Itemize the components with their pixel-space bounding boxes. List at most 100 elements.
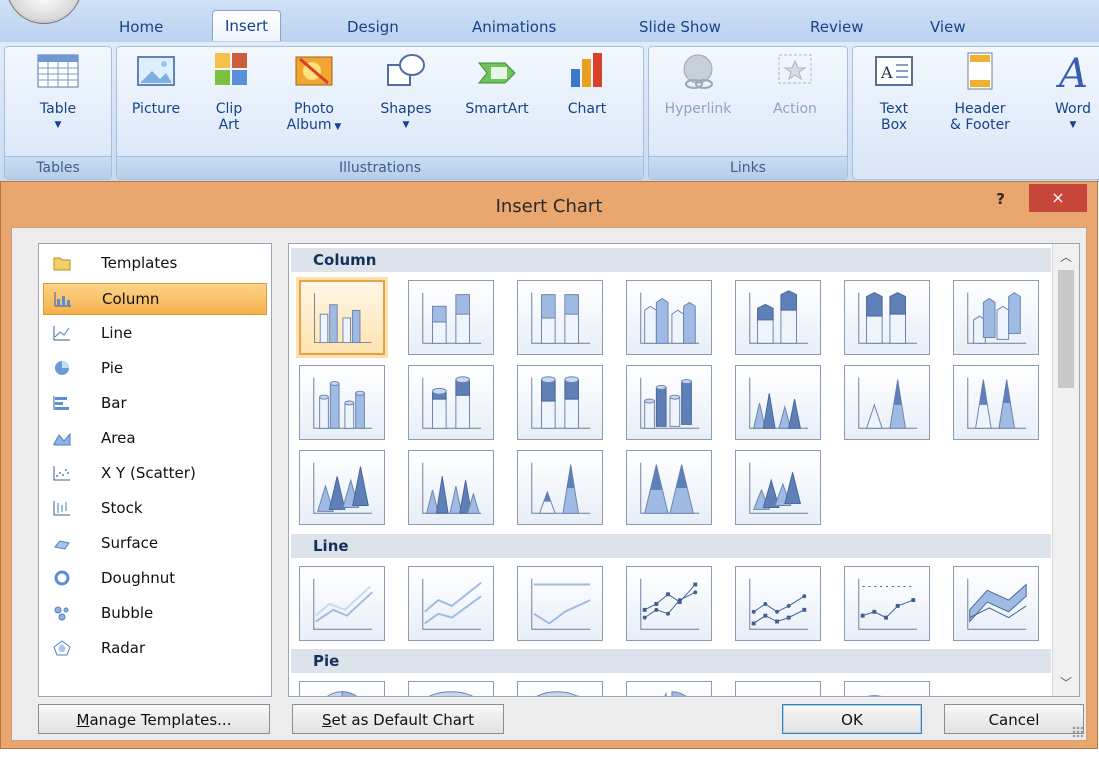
set-default-chart-button[interactable]: Set as Default Chart bbox=[292, 704, 504, 734]
chart-thumb-3d-pie[interactable] bbox=[408, 681, 494, 696]
chart-thumb-100-stacked-pyramid[interactable] bbox=[626, 450, 712, 525]
table-label: Table bbox=[39, 101, 77, 117]
tab-slide-show[interactable]: Slide Show bbox=[639, 12, 721, 42]
chevron-down-icon: ▼ bbox=[402, 120, 410, 130]
chart-thumb-100-stacked-cone[interactable] bbox=[953, 365, 1039, 440]
chart-thumb-100-stacked-column[interactable] bbox=[517, 280, 603, 355]
text-box-button[interactable]: A Text Box bbox=[867, 51, 921, 133]
gallery-scrollbar[interactable]: ︿ ﹀ bbox=[1052, 244, 1079, 696]
area-chart-icon bbox=[53, 432, 71, 446]
smartart-button[interactable]: SmartArt bbox=[457, 51, 537, 117]
ok-button[interactable]: OK bbox=[782, 704, 922, 734]
chart-thumb-stacked-pyramid[interactable] bbox=[517, 450, 603, 525]
office-button[interactable] bbox=[6, 0, 82, 24]
surface-chart-icon bbox=[54, 540, 70, 550]
chart-thumb-clustered-pyramid[interactable] bbox=[408, 450, 494, 525]
chart-thumb-clustered-cylinder[interactable] bbox=[299, 365, 385, 440]
chart-thumb-pie-of-pie[interactable] bbox=[517, 681, 603, 696]
chart-thumb-stacked-cylinder[interactable] bbox=[408, 365, 494, 440]
tab-view[interactable]: View bbox=[930, 12, 966, 42]
group-text: A Text Box Header & Footer A Word ▼ bbox=[852, 46, 1099, 180]
chart-thumb-clustered-cone[interactable] bbox=[735, 365, 821, 440]
chart-thumb-line[interactable] bbox=[299, 566, 385, 641]
hyperlink-button[interactable]: Hyperlink bbox=[655, 51, 741, 117]
stacked-pyramid-icon bbox=[531, 462, 591, 514]
category-label: Area bbox=[101, 429, 136, 447]
header-footer-button[interactable]: Header & Footer bbox=[937, 51, 1023, 133]
chart-thumb-line-with-markers[interactable] bbox=[626, 566, 712, 641]
category-label: Doughnut bbox=[101, 569, 176, 587]
chart-thumb-3d-clustered-column[interactable] bbox=[626, 280, 712, 355]
chart-thumb-100-stacked-line[interactable] bbox=[517, 566, 603, 641]
chart-thumb-3d-stacked-column[interactable] bbox=[735, 280, 821, 355]
category-line[interactable]: Line bbox=[43, 318, 265, 348]
header-footer-label-1: Header bbox=[954, 101, 1006, 117]
tab-insert[interactable]: Insert bbox=[212, 10, 282, 41]
category-doughnut[interactable]: Doughnut bbox=[43, 563, 265, 593]
scrollbar-thumb[interactable] bbox=[1058, 270, 1074, 388]
tab-review[interactable]: Review bbox=[810, 12, 864, 42]
chart-thumb-3d-pyramid[interactable] bbox=[735, 450, 821, 525]
category-radar[interactable]: Radar bbox=[43, 633, 265, 663]
shapes-icon bbox=[387, 54, 425, 86]
category-surface[interactable]: Surface bbox=[43, 528, 265, 558]
shapes-button[interactable]: Shapes ▼ bbox=[373, 51, 439, 133]
category-bar[interactable]: Bar bbox=[43, 388, 265, 418]
category-scatter[interactable]: X Y (Scatter) bbox=[43, 458, 265, 488]
category-templates[interactable]: Templates bbox=[43, 248, 265, 278]
tab-home[interactable]: Home bbox=[119, 12, 163, 42]
picture-button[interactable]: Picture bbox=[125, 51, 187, 117]
chart-thumb-3d-cone[interactable] bbox=[299, 450, 385, 525]
manage-templates-button[interactable]: Manage Templates... bbox=[38, 704, 270, 734]
category-area[interactable]: Area bbox=[43, 423, 265, 453]
text-box-label-2: Box bbox=[880, 117, 908, 133]
group-label-links: Links bbox=[649, 156, 847, 179]
chart-thumb-100-stacked-cylinder[interactable] bbox=[517, 365, 603, 440]
table-button[interactable]: Table ▼ bbox=[35, 51, 81, 133]
chart-thumb-3d-100-stacked-column[interactable] bbox=[844, 280, 930, 355]
ribbon: Home Insert Design Animations Slide Show… bbox=[0, 0, 1099, 182]
tab-design[interactable]: Design bbox=[347, 12, 399, 42]
chart-button[interactable]: Chart bbox=[561, 51, 613, 117]
chart-thumb-clustered-column[interactable] bbox=[299, 280, 385, 355]
wordart-button[interactable]: A Word ▼ bbox=[1043, 51, 1099, 133]
chart-thumb-stacked-line[interactable] bbox=[408, 566, 494, 641]
chart-thumb-3d-column[interactable] bbox=[953, 280, 1039, 355]
chart-thumb-pie[interactable] bbox=[299, 681, 385, 696]
chart-thumb-3d-cylinder[interactable] bbox=[626, 365, 712, 440]
radar-chart-icon bbox=[53, 640, 71, 656]
chart-thumb-exploded-3d-pie[interactable] bbox=[735, 681, 821, 696]
help-button[interactable]: ? bbox=[996, 190, 1005, 208]
cancel-button[interactable]: Cancel bbox=[944, 704, 1084, 734]
category-stock[interactable]: Stock bbox=[43, 493, 265, 523]
category-label: Stock bbox=[101, 499, 143, 517]
chart-thumb-bar-of-pie[interactable] bbox=[844, 681, 930, 696]
photo-album-label-1: Photo bbox=[294, 101, 334, 117]
chart-thumb-exploded-pie[interactable] bbox=[626, 681, 712, 696]
line-chart-icon bbox=[53, 326, 70, 341]
chart-thumb-stacked-column[interactable] bbox=[408, 280, 494, 355]
3d-clustered-column-icon bbox=[640, 292, 700, 344]
action-button[interactable]: Action bbox=[765, 51, 825, 117]
scroll-up-icon[interactable]: ︿ bbox=[1053, 246, 1079, 268]
chart-thumb-stacked-line-with-markers[interactable] bbox=[735, 566, 821, 641]
category-pie[interactable]: Pie bbox=[43, 353, 265, 383]
chart-thumb-3d-line[interactable] bbox=[953, 566, 1039, 641]
wordart-label: Word bbox=[1055, 101, 1091, 117]
tab-animations[interactable]: Animations bbox=[472, 12, 556, 42]
stacked-line-icon bbox=[422, 578, 482, 630]
chart-thumb-100-stacked-line-with-markers[interactable] bbox=[844, 566, 930, 641]
category-column[interactable]: Column bbox=[43, 283, 267, 315]
photo-album-button[interactable]: Photo Album ▼ bbox=[283, 51, 345, 135]
clip-art-button[interactable]: Clip Art bbox=[209, 51, 249, 133]
clustered-cone-icon bbox=[749, 377, 809, 429]
category-bubble[interactable]: Bubble bbox=[43, 598, 265, 628]
clip-art-label-2: Art bbox=[218, 117, 240, 133]
chart-thumb-stacked-cone[interactable] bbox=[844, 365, 930, 440]
close-button[interactable]: × bbox=[1029, 184, 1087, 212]
smartart-label: SmartArt bbox=[465, 101, 529, 117]
chevron-down-icon: ▼ bbox=[331, 122, 342, 132]
resize-grip-icon[interactable] bbox=[1072, 726, 1084, 738]
scroll-down-icon[interactable]: ﹀ bbox=[1053, 672, 1079, 694]
category-label: Bubble bbox=[101, 604, 154, 622]
